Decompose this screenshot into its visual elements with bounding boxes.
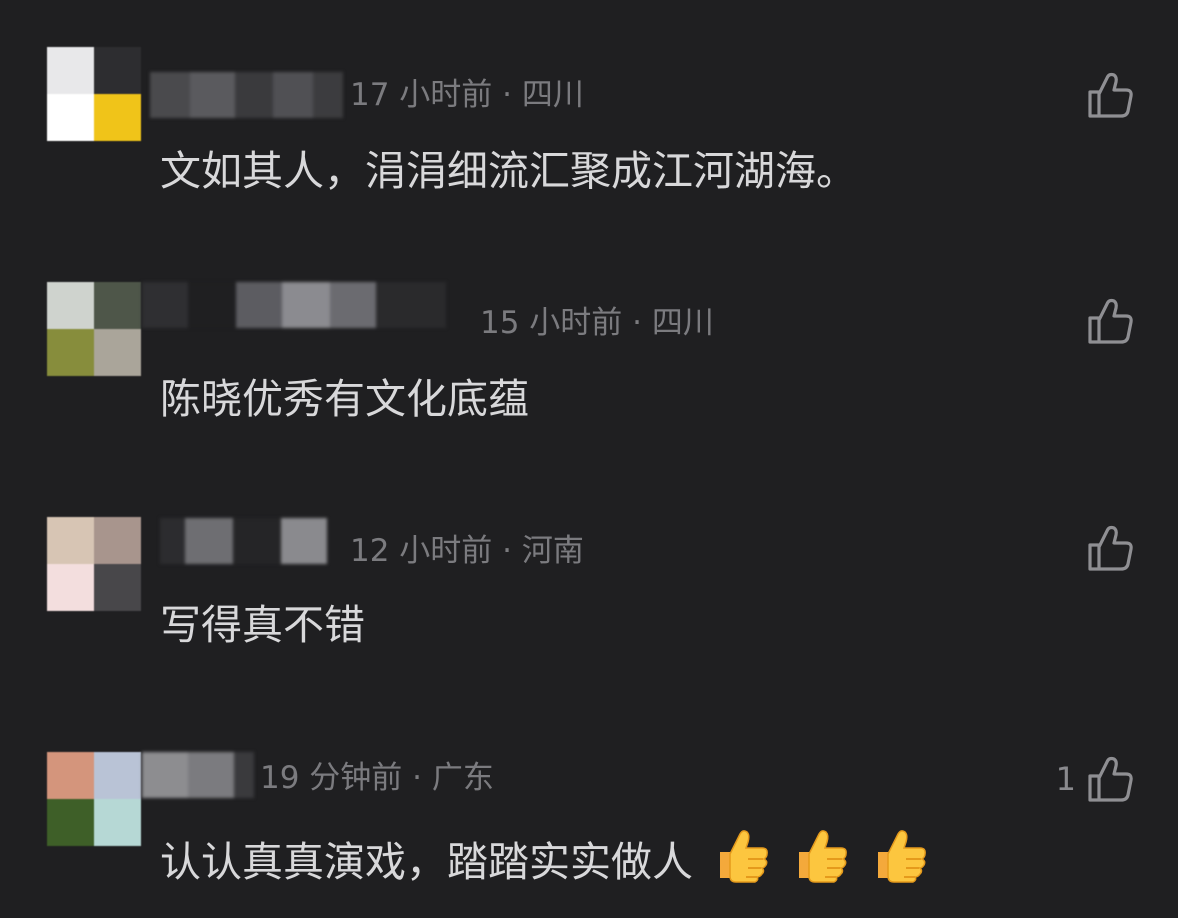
redaction-block: [150, 72, 190, 118]
comment-text: 文如其人，涓涓细流汇聚成江河湖海。: [160, 147, 857, 195]
redaction-block: [330, 282, 376, 328]
avatar-tile: [94, 517, 141, 564]
redaction-block: [281, 518, 327, 564]
like-button[interactable]: 1: [1056, 754, 1134, 804]
avatar-tile: [47, 47, 94, 94]
avatar-tile: [94, 564, 141, 611]
avatar-tile: [94, 282, 141, 329]
redaction-block: [376, 282, 446, 328]
redaction-block: [188, 282, 236, 328]
username-redacted[interactable]: [142, 282, 446, 328]
redaction-block: [273, 72, 313, 118]
thumbs-up-emoji-icon: [799, 830, 847, 883]
like-count: 1: [1055, 760, 1076, 798]
username-redacted[interactable]: [142, 752, 254, 798]
avatar-tile: [47, 94, 94, 141]
redaction-block: [233, 518, 281, 564]
avatar-tile: [47, 799, 94, 846]
username-redacted[interactable]: [150, 72, 343, 118]
comment-meta: 12 小时前 · 河南: [350, 533, 584, 569]
comment-meta: 17 小时前 · 四川: [350, 77, 584, 113]
avatar-tile: [47, 329, 94, 376]
redaction-block: [160, 518, 185, 564]
redaction-block: [313, 72, 343, 118]
redaction-block: [142, 282, 188, 328]
avatar-tile: [47, 282, 94, 329]
avatar-tile: [47, 517, 94, 564]
redaction-block: [235, 72, 273, 118]
avatar-tile: [94, 329, 141, 376]
comment-text: 陈晓优秀有文化底蕴: [160, 375, 529, 423]
thumbs-up-outline-icon: [1088, 756, 1133, 802]
redaction-block: [282, 282, 330, 328]
avatar-tile: [94, 799, 141, 846]
thumbs-up-outline-icon: [1088, 525, 1133, 571]
avatar[interactable]: [47, 752, 141, 846]
comment-text: 认认真真演戏，踏踏实实做人: [160, 826, 930, 888]
username-redacted[interactable]: [160, 518, 327, 564]
redaction-block: [234, 752, 254, 798]
redaction-block: [142, 752, 188, 798]
thumbs-up-outline-icon: [1088, 298, 1133, 344]
like-button[interactable]: [1076, 296, 1134, 346]
comment-item: 17 小时前 · 四川 文如其人，涓涓细流汇聚成江河湖海。: [0, 0, 1178, 230]
like-button[interactable]: [1076, 70, 1134, 120]
avatar[interactable]: [47, 517, 141, 611]
redaction-block: [190, 72, 235, 118]
thumbs-up-outline-icon: [1088, 72, 1133, 118]
thumbs-up-emoji-icon: [720, 830, 768, 883]
redaction-block: [188, 752, 234, 798]
avatar-tile: [94, 94, 141, 141]
comment-meta: 15 小时前 · 四川: [480, 305, 714, 341]
avatar[interactable]: [47, 282, 141, 376]
comment-item: 19 分钟前 · 广东 认认真真演戏，踏踏实实做人 1: [0, 700, 1178, 918]
avatar-tile: [94, 47, 141, 94]
comment-item: 12 小时前 · 河南 写得真不错: [0, 460, 1178, 700]
redaction-block: [185, 518, 233, 564]
comment-text-body: 认认真真演戏，踏踏实实做人: [160, 838, 693, 886]
comment-item: 15 小时前 · 四川 陈晓优秀有文化底蕴: [0, 230, 1178, 460]
comment-list: 17 小时前 · 四川 文如其人，涓涓细流汇聚成江河湖海。 15 小时前 · 四…: [0, 0, 1178, 918]
comment-meta: 19 分钟前 · 广东: [260, 760, 494, 796]
like-button[interactable]: [1076, 523, 1134, 573]
avatar[interactable]: [47, 47, 141, 141]
avatar-tile: [47, 752, 94, 799]
avatar-tile: [94, 752, 141, 799]
comment-text: 写得真不错: [160, 601, 365, 649]
thumbs-up-emoji-icon: [878, 830, 927, 883]
avatar-tile: [47, 564, 94, 611]
redaction-block: [236, 282, 282, 328]
